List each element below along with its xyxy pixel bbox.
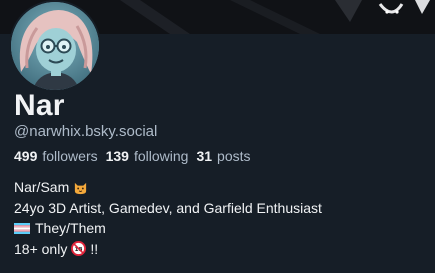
profile-stats: 499 followers 139 following 31 posts xyxy=(14,146,251,166)
bio-line-4: 18+ only 18 !! xyxy=(14,239,322,260)
profile-bio: Nar/Sam 24yo 3D Artist, Gamedev, and Gar… xyxy=(14,177,322,259)
following-label: following xyxy=(133,148,189,164)
avatar[interactable] xyxy=(9,0,101,92)
followers-stat[interactable]: 499 followers xyxy=(14,146,98,166)
bio-exclamation-text: !! xyxy=(90,240,99,257)
bio-pronouns-text: They/Them xyxy=(35,220,106,236)
bio-name-text: Nar/Sam xyxy=(14,179,70,195)
following-count: 139 xyxy=(105,148,129,164)
profile-handle[interactable]: @narwhix.bsky.social xyxy=(14,122,157,142)
avatar-image xyxy=(11,2,99,90)
bio-line-2: 24yo 3D Artist, Gamedev, and Garfield En… xyxy=(14,198,322,219)
no-one-under-eighteen-icon: 18 xyxy=(71,241,87,257)
bio-line-3: They/Them xyxy=(14,218,322,239)
following-stat[interactable]: 139 following xyxy=(106,146,189,166)
transgender-flag-icon xyxy=(14,221,30,236)
display-name: Nar xyxy=(14,89,65,122)
posts-label: posts xyxy=(217,148,251,164)
followers-label: followers xyxy=(42,148,98,164)
bio-line-1: Nar/Sam xyxy=(14,177,322,198)
profile-page: Nar @narwhix.bsky.social 499 followers 1… xyxy=(0,0,435,273)
bio-age-text: 18+ only xyxy=(14,240,68,257)
cat-emoji-icon xyxy=(73,180,88,195)
posts-count: 31 xyxy=(196,148,213,164)
followers-count: 499 xyxy=(14,148,38,164)
posts-stat: 31 posts xyxy=(196,146,250,166)
bio-description-text: 24yo 3D Artist, Gamedev, and Garfield En… xyxy=(14,199,322,216)
